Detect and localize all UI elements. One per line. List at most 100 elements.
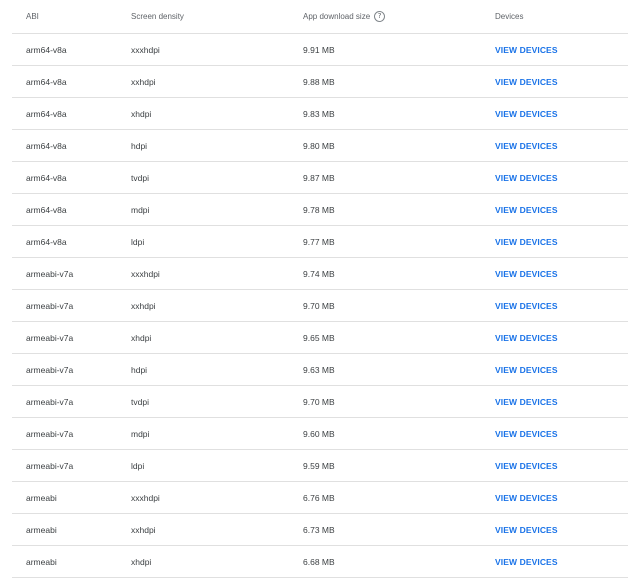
app-download-size-cell: 9.74 MB — [303, 268, 335, 279]
app-download-size-cell: 9.88 MB — [303, 76, 335, 87]
devices-cell: VIEW DEVICES — [495, 194, 558, 225]
app-download-size-cell: 9.59 MB — [303, 460, 335, 471]
view-devices-link[interactable]: VIEW DEVICES — [495, 205, 558, 215]
table-row: armeabi-v7a mdpi 9.60 MB VIEW DEVICES — [12, 418, 628, 450]
screen-density-cell: xxhdpi — [131, 76, 156, 87]
view-devices-link[interactable]: VIEW DEVICES — [495, 365, 558, 375]
abi-cell: arm64-v8a — [26, 204, 67, 215]
screen-density-cell: xxxhdpi — [131, 44, 160, 55]
column-header-app-download-size: App download size ? — [303, 0, 386, 33]
help-circle-icon[interactable]: ? — [374, 11, 386, 22]
view-devices-link[interactable]: VIEW DEVICES — [495, 173, 558, 183]
abi-cell: armeabi — [26, 556, 57, 567]
devices-cell: VIEW DEVICES — [495, 322, 558, 353]
abi-cell: arm64-v8a — [26, 108, 67, 119]
app-download-size-cell: 6.68 MB — [303, 556, 335, 567]
devices-cell: VIEW DEVICES — [495, 514, 558, 545]
devices-cell: VIEW DEVICES — [495, 162, 558, 193]
app-download-size-cell: 9.83 MB — [303, 108, 335, 119]
table-row: arm64-v8a xhdpi 9.83 MB VIEW DEVICES — [12, 98, 628, 130]
view-devices-link[interactable]: VIEW DEVICES — [495, 77, 558, 87]
screen-density-cell: xhdpi — [131, 556, 152, 567]
abi-cell: arm64-v8a — [26, 236, 67, 247]
screen-density-cell: xxxhdpi — [131, 492, 160, 503]
view-devices-link[interactable]: VIEW DEVICES — [495, 269, 558, 279]
devices-cell: VIEW DEVICES — [495, 98, 558, 129]
abi-cell: armeabi — [26, 524, 57, 535]
view-devices-link[interactable]: VIEW DEVICES — [495, 45, 558, 55]
table-row: arm64-v8a xxxhdpi 9.91 MB VIEW DEVICES — [12, 34, 628, 66]
screen-density-cell: xxhdpi — [131, 524, 156, 535]
app-download-size-cell: 6.73 MB — [303, 524, 335, 535]
table-row: armeabi-v7a xhdpi 9.65 MB VIEW DEVICES — [12, 322, 628, 354]
view-devices-link[interactable]: VIEW DEVICES — [495, 461, 558, 471]
table-row: armeabi-v7a tvdpi 9.70 MB VIEW DEVICES — [12, 386, 628, 418]
view-devices-link[interactable]: VIEW DEVICES — [495, 429, 558, 439]
abi-cell: armeabi-v7a — [26, 300, 74, 311]
apk-variants-table: ABI Screen density App download size ? D… — [12, 0, 628, 578]
screen-density-cell: tvdpi — [131, 172, 149, 183]
screen-density-cell: tvdpi — [131, 396, 149, 407]
view-devices-link[interactable]: VIEW DEVICES — [495, 237, 558, 247]
table-row: arm64-v8a tvdpi 9.87 MB VIEW DEVICES — [12, 162, 628, 194]
view-devices-link[interactable]: VIEW DEVICES — [495, 141, 558, 151]
view-devices-link[interactable]: VIEW DEVICES — [495, 333, 558, 343]
table-row: arm64-v8a xxhdpi 9.88 MB VIEW DEVICES — [12, 66, 628, 98]
column-header-screen-density: Screen density — [131, 12, 184, 21]
devices-cell: VIEW DEVICES — [495, 130, 558, 161]
view-devices-link[interactable]: VIEW DEVICES — [495, 493, 558, 503]
column-header-devices: Devices — [495, 12, 524, 21]
view-devices-link[interactable]: VIEW DEVICES — [495, 301, 558, 311]
view-devices-link[interactable]: VIEW DEVICES — [495, 525, 558, 535]
app-download-size-cell: 9.70 MB — [303, 300, 335, 311]
view-devices-link[interactable]: VIEW DEVICES — [495, 109, 558, 119]
app-download-size-cell: 9.70 MB — [303, 396, 335, 407]
screen-density-cell: xhdpi — [131, 108, 152, 119]
devices-cell: VIEW DEVICES — [495, 226, 558, 257]
view-devices-link[interactable]: VIEW DEVICES — [495, 397, 558, 407]
abi-cell: armeabi-v7a — [26, 332, 74, 343]
abi-cell: arm64-v8a — [26, 44, 67, 55]
screen-density-cell: hdpi — [131, 140, 148, 151]
view-devices-link[interactable]: VIEW DEVICES — [495, 557, 558, 567]
app-download-size-cell: 9.65 MB — [303, 332, 335, 343]
devices-cell: VIEW DEVICES — [495, 386, 558, 417]
devices-cell: VIEW DEVICES — [495, 546, 558, 577]
devices-cell: VIEW DEVICES — [495, 34, 558, 65]
screen-density-cell: xhdpi — [131, 332, 152, 343]
app-download-size-cell: 9.87 MB — [303, 172, 335, 183]
abi-cell: armeabi-v7a — [26, 364, 74, 375]
table-row: armeabi-v7a xxhdpi 9.70 MB VIEW DEVICES — [12, 290, 628, 322]
app-download-size-cell: 9.80 MB — [303, 140, 335, 151]
screen-density-cell: xxhdpi — [131, 300, 156, 311]
abi-cell: armeabi-v7a — [26, 460, 74, 471]
app-download-size-cell: 9.60 MB — [303, 428, 335, 439]
abi-cell: arm64-v8a — [26, 76, 67, 87]
table-body: arm64-v8a xxxhdpi 9.91 MB VIEW DEVICES arm64… — [12, 34, 628, 578]
table-row: arm64-v8a mdpi 9.78 MB VIEW DEVICES — [12, 194, 628, 226]
screen-density-cell: ldpi — [131, 236, 145, 247]
screen-density-cell: hdpi — [131, 364, 148, 375]
screen-density-cell: mdpi — [131, 204, 150, 215]
abi-cell: arm64-v8a — [26, 140, 67, 151]
app-download-size-cell: 9.63 MB — [303, 364, 335, 375]
screen-density-cell: mdpi — [131, 428, 150, 439]
table-header-row: ABI Screen density App download size ? D… — [12, 0, 628, 34]
abi-cell: armeabi-v7a — [26, 268, 74, 279]
abi-cell: armeabi-v7a — [26, 396, 74, 407]
devices-cell: VIEW DEVICES — [495, 354, 558, 385]
table-row: armeabi xxhdpi 6.73 MB VIEW DEVICES — [12, 514, 628, 546]
devices-cell: VIEW DEVICES — [495, 290, 558, 321]
app-download-size-cell: 9.77 MB — [303, 236, 335, 247]
devices-cell: VIEW DEVICES — [495, 450, 558, 481]
table-row: armeabi-v7a xxxhdpi 9.74 MB VIEW DEVICES — [12, 258, 628, 290]
abi-cell: armeabi-v7a — [26, 428, 74, 439]
devices-cell: VIEW DEVICES — [495, 482, 558, 513]
table-row: arm64-v8a ldpi 9.77 MB VIEW DEVICES — [12, 226, 628, 258]
column-header-app-download-size-label: App download size — [303, 12, 371, 21]
table-row: armeabi xhdpi 6.68 MB VIEW DEVICES — [12, 546, 628, 578]
abi-cell: arm64-v8a — [26, 172, 67, 183]
app-download-size-cell: 9.78 MB — [303, 204, 335, 215]
column-header-abi: ABI — [26, 12, 39, 21]
devices-cell: VIEW DEVICES — [495, 258, 558, 289]
